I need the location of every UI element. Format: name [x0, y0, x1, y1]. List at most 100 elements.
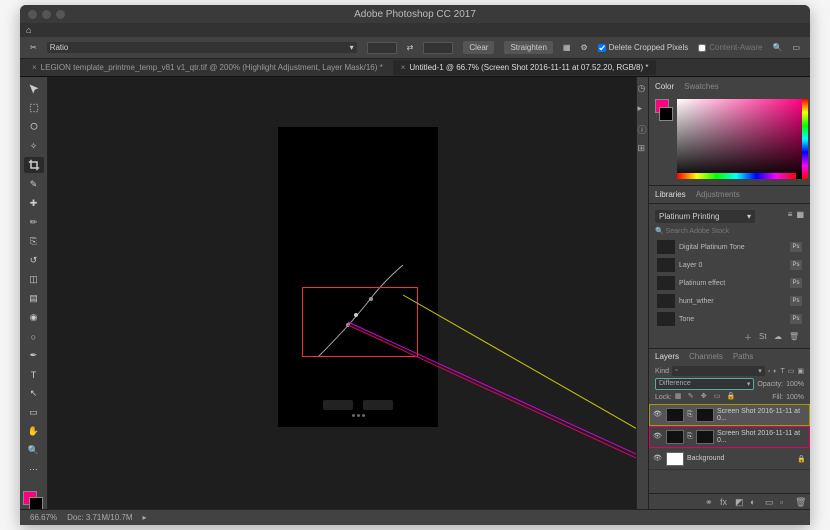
color-swatch-pair[interactable]: [655, 99, 673, 181]
close-icon[interactable]: ×: [32, 63, 37, 72]
layer-thumb[interactable]: [666, 430, 684, 444]
lib-item[interactable]: TonePs: [655, 310, 804, 328]
eyedropper-tool[interactable]: ✎: [24, 176, 44, 192]
tab-swatches[interactable]: Swatches: [684, 82, 719, 91]
layer-thumb[interactable]: [666, 408, 684, 422]
lib-item[interactable]: Digital Platinum TonePs: [655, 238, 804, 256]
crop-tool[interactable]: [24, 157, 44, 173]
new-layer-icon[interactable]: ▫: [780, 497, 789, 506]
lock-artboard-icon[interactable]: ▭: [714, 392, 724, 402]
lock-all-icon[interactable]: 🔒: [727, 392, 737, 402]
bg-color[interactable]: [659, 107, 673, 121]
mask-thumb[interactable]: [696, 430, 714, 444]
fill-value[interactable]: 100%: [786, 394, 804, 401]
library-select[interactable]: Platinum Printing▾: [655, 210, 755, 223]
mask-icon[interactable]: ◩: [735, 497, 744, 506]
lock-pixels-icon[interactable]: ✎: [688, 392, 698, 402]
visibility-icon[interactable]: 👁: [653, 410, 663, 420]
crop-tool-icon[interactable]: ✂: [30, 43, 37, 52]
close-icon[interactable]: ×: [401, 63, 406, 72]
gradient-tool[interactable]: ▤: [24, 291, 44, 307]
background-swatch[interactable]: [29, 497, 43, 509]
type-tool[interactable]: T: [24, 367, 44, 383]
visibility-icon[interactable]: 👁: [653, 432, 663, 442]
lock-trans-icon[interactable]: ▦: [675, 392, 685, 402]
tab-channels[interactable]: Channels: [689, 352, 723, 361]
ratio-h-input[interactable]: [423, 42, 453, 54]
marquee-tool[interactable]: [24, 100, 44, 116]
info-panel-icon[interactable]: ⓘ: [638, 123, 648, 133]
pen-tool[interactable]: ✒: [24, 348, 44, 364]
home-icon[interactable]: ⌂: [26, 25, 36, 35]
hue-strip[interactable]: [677, 173, 796, 179]
visibility-icon[interactable]: 👁: [653, 454, 663, 464]
adjustment-icon[interactable]: ◐: [750, 497, 759, 506]
stamp-tool[interactable]: ⎘: [24, 233, 44, 249]
layer-row[interactable]: 👁 ⎘ Screen Shot 2016-11-11 at 0...: [649, 426, 810, 448]
lib-item[interactable]: hunt_wtherPs: [655, 292, 804, 310]
link-layers-icon[interactable]: ⚭: [705, 497, 714, 506]
move-tool[interactable]: [24, 81, 44, 97]
canvas[interactable]: [48, 77, 636, 509]
chevron-right-icon[interactable]: ▸: [143, 513, 147, 522]
delete-cropped-checkbox[interactable]: [598, 44, 606, 52]
library-search[interactable]: 🔍 Search Adobe Stock: [655, 227, 804, 235]
filter-shape-icon[interactable]: ▭: [788, 367, 795, 375]
lib-item[interactable]: Layer 0Ps: [655, 256, 804, 274]
trash-icon[interactable]: 🗑: [789, 332, 798, 341]
stock-icon[interactable]: St: [759, 332, 768, 341]
tab-layers[interactable]: Layers: [655, 352, 679, 361]
layer-row[interactable]: 👁 ⎘ Screen Shot 2016-11-11 at 0...: [649, 404, 810, 426]
group-icon[interactable]: ▭: [765, 497, 774, 506]
doc-button-right[interactable]: [363, 400, 393, 410]
tab-libraries[interactable]: Libraries: [655, 190, 686, 199]
blur-tool[interactable]: ◉: [24, 310, 44, 326]
content-aware-checkbox[interactable]: [698, 44, 706, 52]
brush-tool[interactable]: ✏: [24, 214, 44, 230]
color-swatches[interactable]: [23, 485, 45, 505]
cloud-icon[interactable]: ☁: [774, 332, 783, 341]
document[interactable]: [278, 127, 438, 427]
tab-adjustments[interactable]: Adjustments: [696, 190, 740, 199]
tab-doc-2[interactable]: ×Untitled-1 @ 66.7% (Screen Shot 2016-11…: [393, 60, 657, 75]
filter-type-icon[interactable]: T: [780, 368, 784, 375]
filter-smart-icon[interactable]: ▣: [797, 367, 804, 375]
ratio-w-input[interactable]: [367, 42, 397, 54]
doc-button-left[interactable]: [323, 400, 353, 410]
tab-doc-1[interactable]: ×LEGION template_printme_temp_v81 v1_qtr…: [24, 60, 391, 75]
zoom-tool[interactable]: 🔍: [24, 443, 44, 459]
window-close-icon[interactable]: [28, 10, 37, 19]
workspace-icon[interactable]: ▭: [792, 43, 800, 52]
gear-icon[interactable]: ⚙: [580, 43, 587, 52]
selection-rect[interactable]: [302, 287, 418, 357]
properties-panel-icon[interactable]: ⊞: [638, 143, 648, 153]
blend-mode-select[interactable]: Difference▾: [655, 378, 754, 390]
straighten-button[interactable]: Straighten: [504, 41, 552, 54]
hand-tool[interactable]: ✋: [24, 424, 44, 440]
window-min-icon[interactable]: [42, 10, 51, 19]
healing-tool[interactable]: ✚: [24, 195, 44, 211]
fx-icon[interactable]: fx: [720, 497, 729, 506]
tab-color[interactable]: Color: [655, 82, 674, 91]
lib-item[interactable]: Platinum effectPs: [655, 274, 804, 292]
grid-icon[interactable]: ▦: [563, 43, 571, 52]
kind-filter[interactable]: ▫▾: [672, 366, 765, 376]
mask-thumb[interactable]: [696, 408, 714, 422]
filter-adj-icon[interactable]: ◐: [773, 368, 777, 375]
dodge-tool[interactable]: ○: [24, 329, 44, 345]
layer-row[interactable]: 👁 Background 🔒: [649, 448, 810, 470]
trash-icon[interactable]: 🗑: [795, 497, 804, 506]
lock-pos-icon[interactable]: ✥: [701, 392, 711, 402]
magic-wand-tool[interactable]: ✧: [24, 138, 44, 154]
shape-tool[interactable]: ▭: [24, 405, 44, 421]
eraser-tool[interactable]: ◫: [24, 271, 44, 287]
list-view-icon[interactable]: ≡: [788, 210, 793, 223]
layer-thumb[interactable]: [666, 452, 684, 466]
search-icon[interactable]: 🔍: [772, 43, 782, 52]
opacity-value[interactable]: 100%: [786, 381, 804, 388]
edit-toolbar[interactable]: ⋯: [24, 462, 44, 478]
grid-view-icon[interactable]: ▦: [796, 210, 804, 223]
tab-paths[interactable]: Paths: [733, 352, 753, 361]
filter-pixel-icon[interactable]: ▫: [768, 368, 770, 375]
color-field[interactable]: [677, 99, 804, 179]
